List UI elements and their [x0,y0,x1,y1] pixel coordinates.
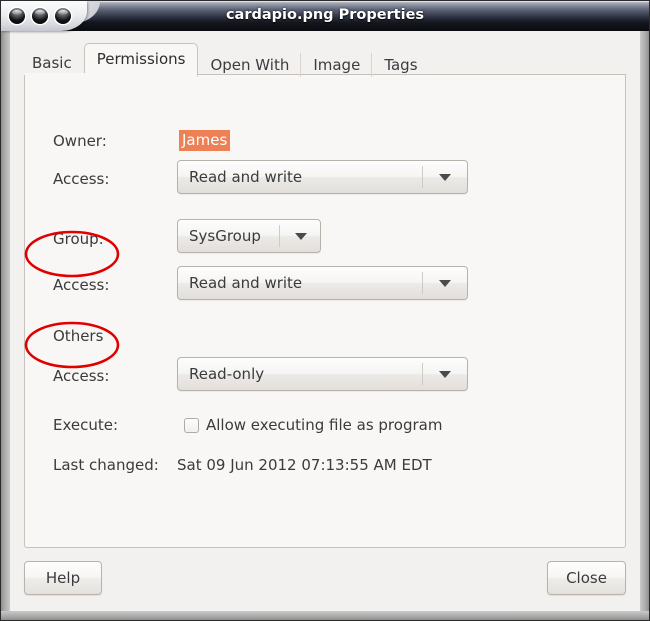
owner-access-separator [422,166,423,188]
tab-permissions[interactable]: Permissions [83,43,199,75]
tab-open-with-label: Open With [210,56,290,74]
tab-permissions-label: Permissions [96,50,186,68]
owner-access-label: Access: [53,170,110,188]
group-access-separator [422,272,423,294]
last-changed-value: Sat 09 Jun 2012 07:13:55 AM EDT [177,456,432,474]
properties-window: cardapio.png Properties Basic Permission… [0,0,650,621]
tab-tags-label: Tags [384,56,418,74]
others-access-label: Access: [53,367,110,385]
close-dialog-button[interactable]: Close [547,561,626,595]
owner-access-value: Read and write [189,168,303,186]
others-access-separator [422,363,423,385]
group-combobox[interactable]: SysGroup [177,219,321,253]
tab-open-with[interactable]: Open With [197,53,301,77]
tab-image[interactable]: Image [300,53,372,77]
allow-execute-checkbox[interactable] [184,418,199,433]
group-label: Group: [53,230,104,248]
chevron-down-icon [439,280,451,287]
tab-bar: Basic Permissions Open With Image Tags [24,43,429,77]
help-button[interactable]: Help [24,561,102,595]
group-access-label: Access: [53,276,110,294]
window-frame-right [640,30,649,620]
chevron-down-icon [439,174,451,181]
execute-label: Execute: [53,416,119,434]
owner-label: Owner: [53,132,107,150]
tab-tags[interactable]: Tags [371,53,429,77]
close-button[interactable] [9,8,25,24]
allow-execute-label: Allow executing file as program [206,416,443,434]
group-value: SysGroup [189,227,261,245]
owner-value[interactable]: James [179,130,231,151]
tab-page-seam [24,73,178,75]
chevron-down-icon [439,371,451,378]
permissions-panel: Owner: James Access: Read and write Grou… [24,74,626,548]
permissions-form: Owner: James Access: Read and write Grou… [25,74,627,548]
group-access-combobox[interactable]: Read and write [177,266,468,300]
dialog-body: Basic Permissions Open With Image Tags O… [10,31,640,610]
tab-image-label: Image [313,56,361,74]
chevron-down-icon [295,233,307,240]
group-access-value: Read and write [189,274,303,292]
others-access-combobox[interactable]: Read-only [177,357,468,391]
window-frame-bottom [1,611,649,620]
minimize-button[interactable] [32,8,48,24]
others-label: Others [53,327,104,345]
tab-basic-label: Basic [32,54,72,72]
group-separator [279,225,280,247]
maximize-button[interactable] [55,8,71,24]
window-controls [9,8,71,24]
owner-access-combobox[interactable]: Read and write [177,160,468,194]
others-access-value: Read-only [189,365,265,383]
window-frame-left [1,30,10,620]
last-changed-label: Last changed: [53,456,159,474]
